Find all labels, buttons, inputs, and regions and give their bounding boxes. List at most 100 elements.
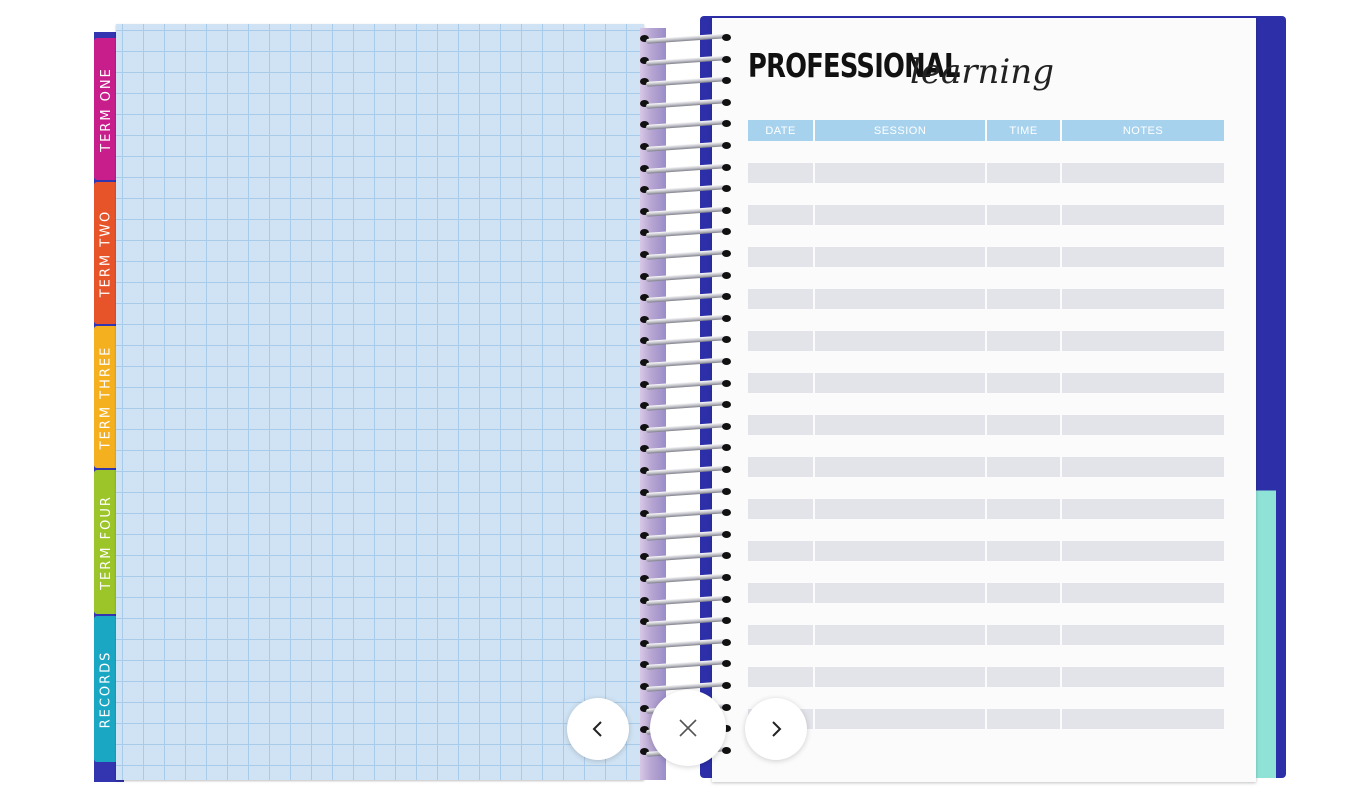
spiral-coil [636, 400, 736, 412]
spiral-coil [636, 659, 736, 671]
spiral-coil [636, 486, 736, 498]
spiral-coil [636, 313, 736, 325]
previous-button[interactable] [567, 698, 629, 760]
spiral-coil [636, 249, 736, 260]
spiral-coil [636, 465, 736, 476]
table-cell [748, 667, 816, 687]
table-cell [1062, 583, 1224, 603]
spiral-coil [636, 508, 736, 520]
table-cell [815, 247, 987, 267]
table-cell [815, 457, 987, 477]
table-cell [815, 289, 987, 309]
learning-log-table: DATE SESSION TIME NOTES [748, 120, 1224, 729]
tab-label: TERM TWO [98, 209, 114, 297]
spiral-binding [636, 33, 736, 774]
header-date: DATE [748, 120, 816, 141]
spiral-coil [636, 227, 736, 239]
table-cell [1062, 205, 1224, 225]
table-cell [1062, 541, 1224, 561]
table-cell [1062, 247, 1224, 267]
table-row [748, 583, 1224, 603]
table-cell [987, 499, 1063, 519]
close-button[interactable] [650, 690, 726, 766]
table-cell [815, 163, 987, 183]
table-cell [987, 163, 1063, 183]
table-cell [987, 289, 1063, 309]
table-cell [815, 583, 987, 603]
table-cell [1062, 457, 1224, 477]
spiral-coil [636, 529, 736, 541]
table-row [748, 205, 1224, 225]
table-cell [815, 541, 987, 561]
table-cell [748, 625, 816, 645]
spiral-coil [636, 97, 736, 109]
spiral-coil [636, 357, 736, 368]
spiral-coil [636, 594, 736, 606]
table-row [748, 625, 1224, 645]
table-cell [815, 331, 987, 351]
spiral-coil [636, 205, 736, 217]
tab-records: RECORDS [94, 616, 118, 762]
table-cell [815, 499, 987, 519]
image-viewer: TERM ONE TERM TWO TERM THREE TERM FOUR R… [0, 0, 1358, 806]
table-cell [748, 499, 816, 519]
spiral-coil [636, 551, 736, 563]
table-cell [815, 205, 987, 225]
table-cell [748, 541, 816, 561]
table-cell [748, 457, 816, 477]
table-cell [987, 541, 1063, 561]
table-cell [1062, 163, 1224, 183]
table-row [748, 541, 1224, 561]
table-cell [987, 247, 1063, 267]
table-cell [987, 457, 1063, 477]
table-cell [987, 415, 1063, 435]
table-cell [815, 709, 987, 729]
table-header: DATE SESSION TIME NOTES [748, 120, 1224, 141]
table-cell [1062, 667, 1224, 687]
spiral-coil [636, 637, 736, 649]
table-cell [748, 163, 816, 183]
next-button[interactable] [745, 698, 807, 760]
table-cell [815, 415, 987, 435]
table-cell [1062, 331, 1224, 351]
table-cell [748, 373, 816, 393]
spiral-coil [636, 616, 736, 628]
spiral-coil [636, 162, 736, 174]
tab-term-two: TERM TWO [94, 182, 118, 324]
table-cell [748, 583, 816, 603]
tab-label: TERM FOUR [98, 494, 114, 590]
table-row [748, 499, 1224, 519]
close-icon [679, 719, 697, 737]
table-cell [987, 205, 1063, 225]
spiral-coil [636, 119, 736, 131]
tab-term-four: TERM FOUR [94, 470, 118, 614]
table-cell [987, 373, 1063, 393]
table-cell [748, 331, 816, 351]
table-cell [987, 709, 1063, 729]
table-row [748, 709, 1224, 729]
table-row [748, 415, 1224, 435]
tab-term-one: TERM ONE [94, 38, 118, 180]
table-row [748, 163, 1224, 183]
tab-term-three: TERM THREE [94, 326, 118, 468]
table-cell [987, 667, 1063, 687]
header-session: SESSION [815, 120, 987, 141]
table-body [748, 163, 1224, 729]
table-cell [748, 247, 816, 267]
spiral-coil [636, 270, 736, 282]
table-cell [1062, 709, 1224, 729]
table-cell [1062, 289, 1224, 309]
table-cell [1062, 499, 1224, 519]
table-row [748, 457, 1224, 477]
table-row [748, 289, 1224, 309]
spiral-coil [636, 573, 736, 584]
spiral-coil [636, 76, 736, 88]
table-cell [748, 205, 816, 225]
grid-paper-page [116, 24, 644, 780]
spiral-coil [636, 421, 736, 433]
spiral-coil [636, 335, 736, 347]
tab-label: TERM THREE [98, 345, 114, 449]
table-cell [748, 415, 816, 435]
spiral-coil [636, 184, 736, 196]
page-stack-right-edge [1256, 22, 1276, 778]
